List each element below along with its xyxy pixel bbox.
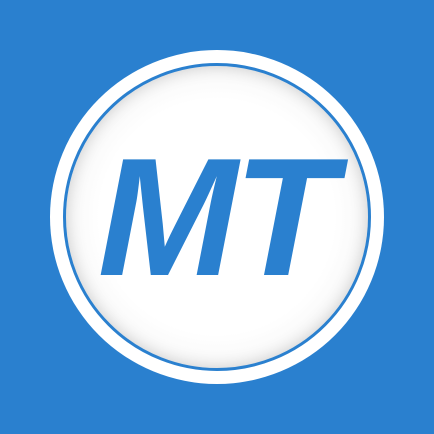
app-monogram-logo: MT — [97, 123, 337, 311]
app-icon: MT — [0, 0, 434, 434]
